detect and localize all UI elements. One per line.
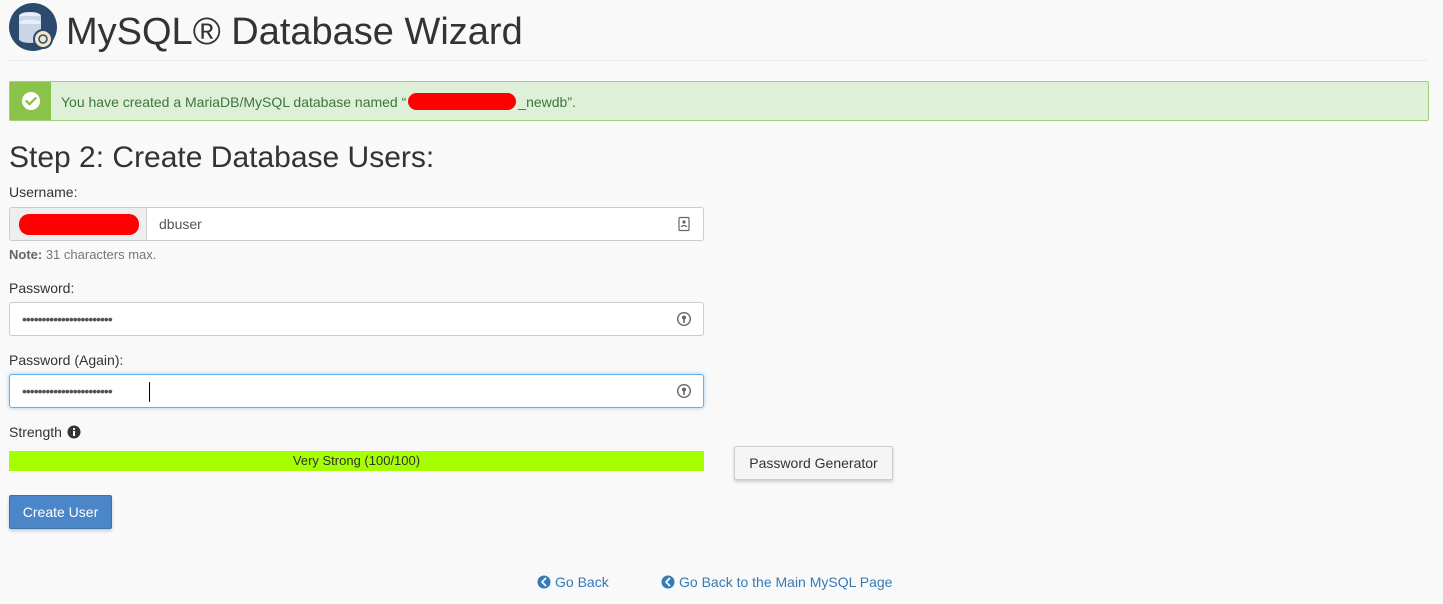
alert-text-after: _newdb”. (518, 94, 576, 110)
strength-label: Strength (9, 424, 62, 440)
contact-card-icon (678, 216, 690, 232)
password-generator-button[interactable]: Password Generator (734, 446, 893, 480)
info-icon[interactable] (67, 425, 81, 439)
password-label: Password: (9, 280, 75, 296)
arrow-circle-left-icon (537, 575, 551, 589)
username-label: Username: (9, 184, 78, 200)
password-field[interactable]: ••••••••••••••••••••••• (9, 302, 704, 336)
page-title: MySQL® Database Wizard (66, 11, 523, 53)
text-cursor (149, 382, 150, 402)
alert-text-before: You have created a MariaDB/MySQL databas… (61, 94, 407, 110)
username-note: Note: 31 characters max. (9, 247, 156, 262)
check-circle-icon (21, 92, 40, 110)
go-back-label[interactable]: Go Back (555, 574, 609, 590)
username-input[interactable]: dbuser (159, 216, 202, 232)
strength-label-row: Strength (9, 424, 81, 440)
password-again-field[interactable]: ••••••••••••••••••••••• (9, 374, 704, 408)
redacted-prefix (19, 214, 139, 235)
password-input[interactable]: ••••••••••••••••••••••• (22, 311, 113, 327)
alert-message: You have created a MariaDB/MySQL databas… (61, 93, 576, 110)
password-again-input[interactable]: ••••••••••••••••••••••• (22, 383, 113, 399)
success-alert: You have created a MariaDB/MySQL databas… (9, 81, 1429, 121)
password-again-label: Password (Again): (9, 352, 124, 368)
page-header: MySQL® Database Wizard (8, 2, 1428, 61)
arrow-circle-left-icon (661, 575, 675, 589)
redacted-prefix (408, 93, 517, 110)
create-user-button[interactable]: Create User (9, 495, 112, 529)
password-key-icon[interactable] (676, 311, 692, 327)
username-prefix (10, 208, 147, 240)
go-back-main-label[interactable]: Go Back to the Main MySQL Page (679, 574, 892, 590)
strength-meter: Very Strong (100/100) (9, 451, 704, 471)
strength-text: Very Strong (100/100) (292, 453, 421, 468)
go-back-link[interactable]: Go Back (537, 574, 609, 590)
note-label: Note: (9, 247, 43, 262)
database-icon (9, 3, 57, 51)
password-key-icon[interactable] (676, 383, 692, 399)
go-back-main-link[interactable]: Go Back to the Main MySQL Page (661, 574, 892, 590)
username-input-group: dbuser (9, 207, 704, 241)
step-title: Step 2: Create Database Users: (9, 141, 435, 174)
alert-icon-box (10, 82, 51, 120)
note-text: 31 characters max. (42, 247, 157, 262)
